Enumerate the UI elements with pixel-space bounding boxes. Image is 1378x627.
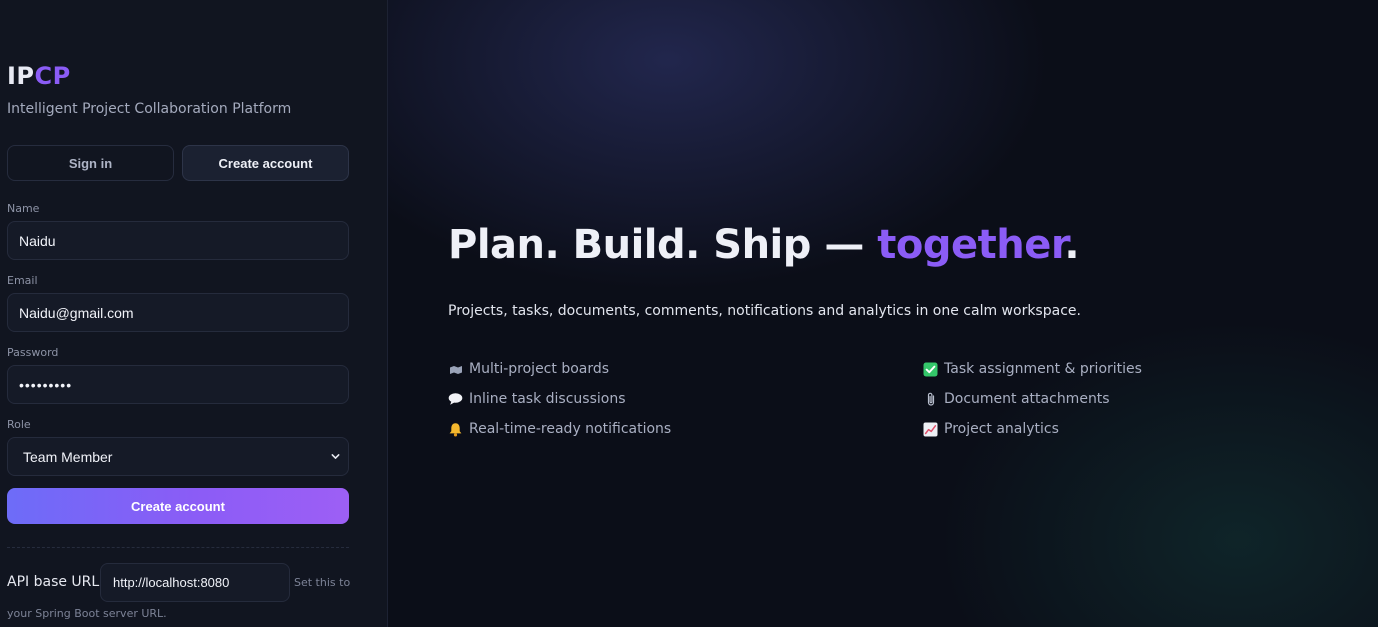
headline-main: Plan. Build. Ship — [448,222,878,268]
headline-end: . [1064,222,1080,268]
app-root: IPCP Intelligent Project Collaboration P… [0,0,1378,627]
boards-icon [448,362,463,377]
feature-item: Real-time-ready notifications [448,421,671,437]
feature-text: Inline task discussions [469,391,626,407]
password-label: Password [7,346,59,359]
chart-icon [923,422,938,437]
feature-item: Multi-project boards [448,361,609,377]
feature-item: Task assignment & priorities [923,361,1142,377]
name-label: Name [7,202,40,215]
divider [7,547,349,548]
hero-tagline: Projects, tasks, documents, comments, no… [448,303,1081,319]
feature-item: Document attachments [923,391,1110,407]
role-select-value: Team Member [23,448,113,465]
api-hint-line1: Set this to [294,576,351,589]
name-field[interactable]: Naidu [7,221,349,260]
feature-text: Task assignment & priorities [944,361,1142,377]
email-field[interactable]: Naidu@gmail.com [7,293,349,332]
hero-headline: Plan. Build. Ship — together. [448,222,1080,268]
paperclip-icon [923,392,938,407]
create-account-button[interactable]: Create account [7,488,349,524]
api-hint-line2: your Spring Boot server URL. [7,607,167,620]
password-field[interactable]: ••••••••• [7,365,349,404]
bell-icon [448,422,463,437]
feature-item: Project analytics [923,421,1059,437]
tab-create-account[interactable]: Create account [182,145,349,181]
brand-logo-part1: IP [7,62,35,90]
email-label: Email [7,274,38,287]
api-base-url-label: API base URL [7,574,100,590]
auth-panel: IPCP Intelligent Project Collaboration P… [0,0,388,627]
feature-text: Project analytics [944,421,1059,437]
role-label: Role [7,418,31,431]
api-base-url-input[interactable]: http://localhost:8080 [100,563,290,602]
feature-item: Inline task discussions [448,391,626,407]
brand-logo-part2: CP [34,62,71,90]
brand-subtitle: Intelligent Project Collaboration Platfo… [7,101,292,117]
role-select[interactable]: Team Member [7,437,349,476]
headline-accent: together [877,222,1065,268]
feature-text: Multi-project boards [469,361,610,377]
hero-section: Plan. Build. Ship — together. Projects, … [388,0,1378,627]
speech-bubble-icon [448,392,463,407]
feature-text: Real-time-ready notifications [469,421,672,437]
tab-sign-in[interactable]: Sign in [7,145,174,181]
chevron-down-icon [331,454,340,459]
check-box-icon [923,362,938,377]
feature-text: Document attachments [944,391,1110,407]
brand-logo: IPCP [7,62,71,90]
